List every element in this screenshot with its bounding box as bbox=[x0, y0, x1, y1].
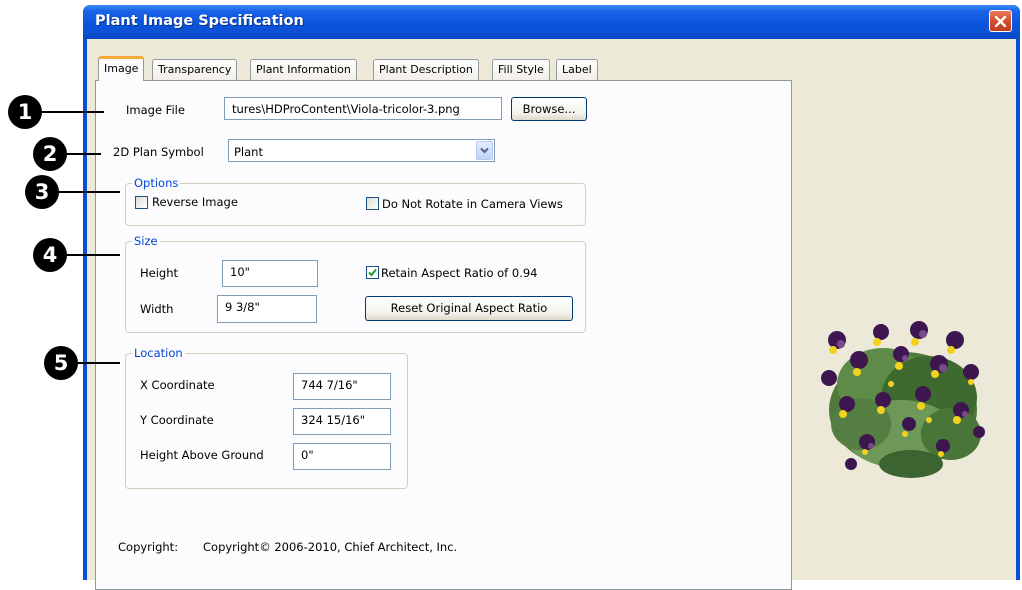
do-not-rotate-label[interactable]: Do Not Rotate in Camera Views bbox=[382, 197, 563, 211]
callout-2: 2 bbox=[33, 137, 67, 171]
dialog-window: Plant Image Specification Image Transpar… bbox=[83, 5, 1020, 590]
tab-fill-style[interactable]: Fill Style bbox=[492, 59, 550, 80]
callout-2-leader bbox=[65, 153, 101, 155]
height-above-ground-label: Height Above Ground bbox=[140, 448, 264, 462]
x-coordinate-label: X Coordinate bbox=[140, 378, 215, 392]
options-group-title: Options bbox=[132, 176, 181, 190]
close-icon bbox=[994, 15, 1007, 27]
checkmark-icon bbox=[368, 268, 377, 277]
height-label: Height bbox=[140, 266, 179, 280]
reverse-image-checkbox[interactable] bbox=[135, 196, 148, 209]
image-file-input[interactable]: tures\HDProContent\Viola-tricolor-3.png bbox=[224, 97, 502, 120]
dialog-client-area: Image Transparency Plant Information Pla… bbox=[87, 39, 1016, 590]
tab-label-tab[interactable]: Label bbox=[556, 59, 598, 80]
tab-label: Image bbox=[104, 62, 139, 75]
tab-transparency[interactable]: Transparency bbox=[152, 59, 238, 80]
close-button[interactable] bbox=[989, 10, 1012, 32]
tab-label: Plant Information bbox=[256, 63, 351, 76]
plan-symbol-label: 2D Plan Symbol bbox=[113, 145, 204, 159]
callout-5-leader bbox=[76, 362, 120, 364]
callout-4: 4 bbox=[33, 238, 67, 272]
tab-label: Transparency bbox=[158, 63, 232, 76]
size-group-title: Size bbox=[132, 234, 160, 248]
tab-label: Plant Description bbox=[379, 63, 473, 76]
callout-3-leader bbox=[57, 191, 120, 193]
plan-symbol-select[interactable]: Plant bbox=[228, 139, 495, 162]
tab-image[interactable]: Image bbox=[98, 56, 145, 81]
image-file-label: Image File bbox=[126, 103, 185, 117]
y-coordinate-label: Y Coordinate bbox=[140, 413, 214, 427]
callout-5: 5 bbox=[44, 346, 78, 380]
tab-panel-image: Image File tures\HDProContent\Viola-tric… bbox=[95, 80, 792, 590]
callout-1-leader bbox=[40, 111, 104, 113]
tab-label: Label bbox=[562, 63, 592, 76]
location-group-title: Location bbox=[132, 346, 185, 360]
width-input[interactable]: 9 3/8" bbox=[217, 295, 317, 323]
do-not-rotate-checkbox[interactable] bbox=[366, 197, 379, 210]
callout-1: 1 bbox=[8, 95, 42, 129]
chevron-down-icon bbox=[480, 147, 489, 154]
retain-aspect-label[interactable]: Retain Aspect Ratio of 0.94 bbox=[381, 266, 538, 280]
copyright-value: Copyright© 2006-2010, Chief Architect, I… bbox=[203, 540, 458, 554]
reverse-image-label[interactable]: Reverse Image bbox=[152, 195, 238, 209]
copyright-label: Copyright: bbox=[118, 540, 179, 554]
tab-label: Fill Style bbox=[498, 63, 544, 76]
browse-button[interactable]: Browse... bbox=[511, 97, 587, 121]
callout-3: 3 bbox=[25, 175, 59, 209]
options-groupbox: Options Reverse Image Do Not Rotate in C… bbox=[125, 176, 586, 226]
title-bar[interactable]: Plant Image Specification bbox=[83, 5, 1020, 39]
y-coordinate-input[interactable]: 324 15/16" bbox=[293, 408, 391, 435]
height-input[interactable]: 10" bbox=[222, 260, 318, 287]
window-title: Plant Image Specification bbox=[95, 13, 304, 29]
plant-preview-image bbox=[821, 321, 985, 478]
width-label: Width bbox=[140, 302, 174, 316]
tab-plant-information[interactable]: Plant Information bbox=[250, 59, 357, 80]
plan-symbol-value: Plant bbox=[234, 145, 263, 159]
callout-4-leader bbox=[65, 254, 120, 256]
height-above-ground-input[interactable]: 0" bbox=[293, 443, 391, 470]
size-groupbox: Size Height 10" Retain Aspect Ratio of 0… bbox=[125, 234, 586, 333]
location-groupbox: Location X Coordinate 744 7/16" Y Coordi… bbox=[125, 346, 408, 489]
tab-plant-description[interactable]: Plant Description bbox=[373, 59, 479, 80]
retain-aspect-checkbox[interactable] bbox=[366, 266, 379, 279]
dropdown-button[interactable] bbox=[476, 141, 493, 160]
x-coordinate-input[interactable]: 744 7/16" bbox=[293, 373, 391, 400]
reset-aspect-ratio-button[interactable]: Reset Original Aspect Ratio bbox=[365, 296, 573, 321]
